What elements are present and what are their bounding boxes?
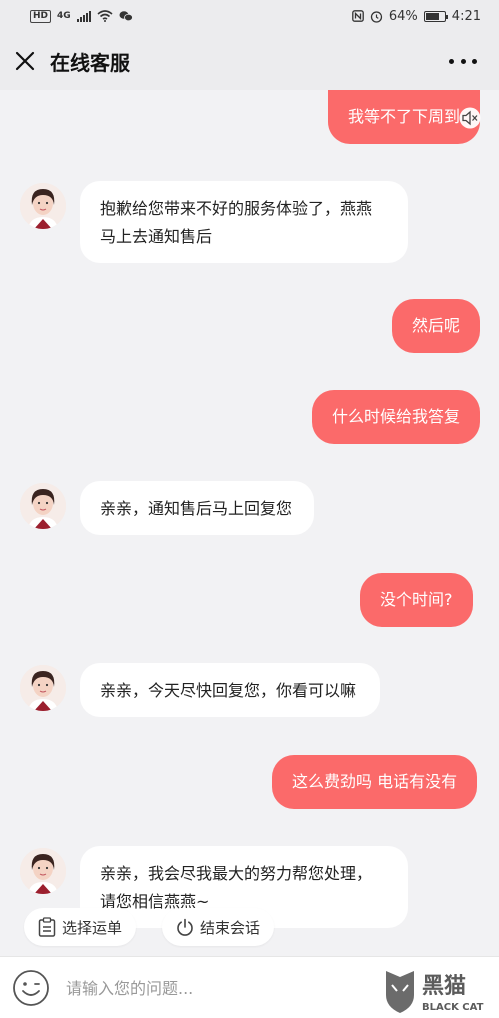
wechat-icon (119, 11, 133, 22)
user-message[interactable]: 什么时候给我答复 (312, 390, 481, 444)
status-left: HD 4G (30, 9, 133, 23)
mute-icon[interactable] (459, 107, 481, 129)
battery-percent: 64% (388, 8, 418, 24)
message-text: 什么时候给我答复 (332, 407, 461, 426)
wifi-icon (97, 10, 113, 22)
battery-icon (423, 10, 448, 22)
black-cat-logo-icon: 黑猫 BLACK CAT (386, 971, 484, 1013)
status-right: 64% 4:21 (352, 9, 481, 24)
chat-screen: HD 4G 64% 4:21 在线客服 我等不了下周到 抱歉给您带来不好的服务体… (0, 0, 499, 1018)
agent-avatar-icon (20, 183, 66, 229)
user-message[interactable]: 我等不了下周到 (328, 90, 481, 144)
agent-message[interactable]: 亲亲，通知售后马上回复您 (80, 481, 314, 535)
message-input[interactable] (66, 973, 366, 1003)
close-button[interactable] (0, 32, 50, 90)
more-dot-icon (449, 58, 454, 64)
agent-avatar (20, 183, 66, 229)
more-dot-icon (472, 58, 477, 64)
more-dot-icon (460, 58, 466, 64)
hd-badge: HD (30, 9, 52, 23)
more-options-button[interactable] (449, 52, 477, 70)
end-chat-button[interactable]: 结束会话 (162, 908, 275, 946)
user-message[interactable]: 这么费劲吗 电话有没有 (272, 755, 478, 809)
watermark-en: BLACK CAT (422, 1002, 484, 1013)
end-chat-label: 结束会话 (200, 918, 261, 937)
agent-message[interactable]: 抱歉给您带来不好的服务体验了，燕燕 马上去通知售后 (80, 181, 408, 263)
message-text: 然后呢 (412, 316, 461, 335)
agent-avatar (20, 665, 66, 711)
black-cat-watermark: 黑猫 BLACK CAT (380, 965, 498, 1015)
clipboard-icon (38, 917, 56, 937)
signal-icon (76, 10, 91, 22)
clock-time: 4:21 (451, 8, 481, 24)
page-title: 在线客服 (50, 50, 130, 75)
user-message[interactable]: 然后呢 (392, 299, 481, 353)
message-text: 没个时间? (380, 590, 453, 609)
agent-avatar-icon (20, 483, 66, 529)
select-order-button[interactable]: 选择运单 (24, 908, 137, 946)
network-type: 4G (57, 11, 71, 21)
agent-avatar (20, 848, 66, 894)
agent-message[interactable]: 亲亲，今天尽快回复您，你看可以嘛 (80, 663, 380, 717)
user-message[interactable]: 没个时间? (360, 573, 473, 627)
message-text: 这么费劲吗 电话有没有 (292, 772, 458, 791)
emoji-icon[interactable] (12, 969, 50, 1007)
status-bar: HD 4G 64% 4:21 (0, 0, 499, 32)
power-icon (177, 918, 193, 936)
input-bar: 黑猫 BLACK CAT (0, 956, 499, 1018)
agent-avatar-icon (20, 848, 66, 894)
message-text-line: 亲亲，我会尽我最大的努力帮您处理， (100, 864, 373, 883)
close-icon (15, 51, 35, 71)
message-text-line: 亲亲，今天尽快回复您，你看可以嘛 (100, 681, 357, 700)
message-text: 我等不了下周到 (348, 107, 461, 126)
select-order-label: 选择运单 (62, 918, 123, 937)
chat-header: 在线客服 (0, 32, 499, 90)
nfc-icon (352, 10, 364, 22)
message-text-line: 马上去通知售后 (100, 227, 213, 246)
alarm-icon (370, 10, 383, 23)
message-text-line: 抱歉给您带来不好的服务体验了，燕燕 (100, 199, 373, 218)
message-text-line: 亲亲，通知售后马上回复您 (100, 499, 293, 518)
agent-avatar-icon (20, 665, 66, 711)
agent-avatar (20, 483, 66, 529)
watermark-cn: 黑猫 (422, 974, 466, 999)
